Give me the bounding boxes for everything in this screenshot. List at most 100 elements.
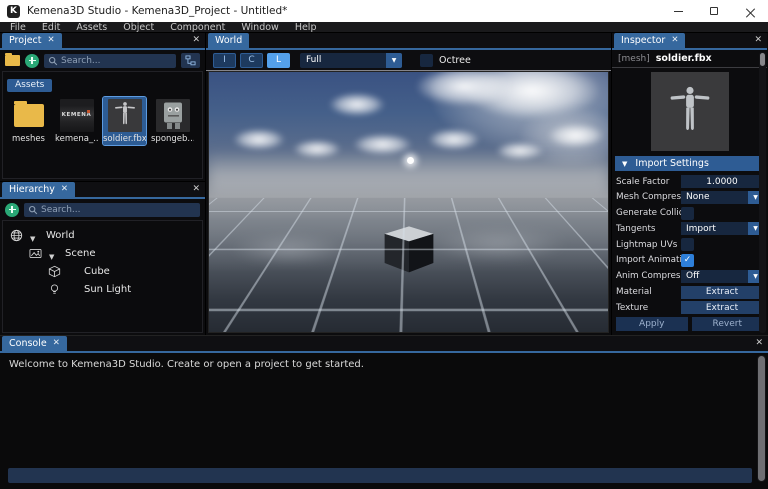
mesh-preview-area — [612, 68, 767, 155]
field-row-texture: TextureExtract — [616, 301, 763, 314]
maximize-button[interactable] — [696, 0, 732, 22]
console-tabstrip: Console — [0, 336, 768, 353]
console-scrollbar[interactable] — [757, 355, 766, 482]
inspector-panel: Inspector [mesh] soldier.fbx — [612, 33, 767, 335]
menu-file[interactable]: File — [2, 22, 34, 33]
field-label: Mesh Compres: — [616, 192, 681, 202]
button-texture-extract[interactable]: Extract — [681, 301, 763, 314]
apply-button[interactable]: Apply — [616, 317, 688, 331]
scrollbar-thumb[interactable] — [760, 53, 765, 66]
import-settings-header[interactable]: Import Settings — [615, 156, 764, 171]
dropdown-tangents[interactable]: Import — [681, 222, 763, 235]
field-row-material: MaterialExtract — [616, 286, 763, 299]
asset-item-soldier-fbx[interactable]: soldier.fbx — [103, 97, 146, 145]
chevron-down-icon[interactable] — [386, 53, 402, 68]
scrollbar-thumb[interactable] — [758, 356, 765, 481]
dropdown-mesh-compres[interactable]: None — [681, 191, 763, 204]
menu-bar: FileEditAssetsObjectComponentWindowHelp — [0, 22, 768, 33]
tab-hierarchy[interactable]: Hierarchy — [2, 182, 75, 197]
asset-grid: meshesKEMENAkemena_...soldier.fbxspongeb… — [3, 97, 202, 145]
field-row-generate-collid: Generate Collid — [616, 207, 763, 220]
hierarchy-search-input[interactable] — [41, 205, 196, 215]
tab-hierarchy-label: Hierarchy — [9, 184, 55, 195]
revert-button[interactable]: Revert — [692, 317, 764, 331]
asset-label: kemena_... — [55, 134, 98, 144]
tree-node-scene[interactable]: Scene — [3, 244, 202, 262]
inspector-panel-close-icon[interactable] — [754, 35, 762, 45]
octree-checkbox[interactable] — [420, 54, 433, 67]
expand-arrow-icon[interactable] — [49, 244, 58, 263]
folder-icon — [14, 104, 44, 127]
hierarchy-panel-close-icon[interactable] — [192, 184, 200, 194]
tab-project[interactable]: Project — [2, 33, 62, 48]
tab-world[interactable]: World — [208, 33, 249, 48]
checkbox-lightmap-uvs[interactable] — [681, 238, 694, 251]
menu-edit[interactable]: Edit — [34, 22, 68, 33]
asset-type-tag: [mesh] — [618, 54, 650, 64]
tab-close-icon[interactable] — [53, 339, 60, 348]
console-panel-close-icon[interactable] — [755, 338, 763, 348]
globe-icon — [9, 228, 23, 242]
menu-window[interactable]: Window — [233, 22, 286, 33]
tree-node-world[interactable]: World — [3, 226, 202, 244]
asset-item-kemena[interactable]: KEMENAkemena_... — [55, 97, 98, 145]
cloud — [329, 93, 385, 116]
tpose-figure-icon — [669, 81, 711, 143]
tab-console[interactable]: Console — [2, 336, 67, 351]
menu-help[interactable]: Help — [287, 22, 325, 33]
button-material-extract[interactable]: Extract — [681, 286, 763, 299]
field-label: Material — [616, 287, 681, 297]
tab-inspector[interactable]: Inspector — [614, 33, 685, 48]
field-row-anim-compress: Anim Compress:Off — [616, 270, 763, 283]
open-folder-icon[interactable] — [5, 55, 20, 66]
project-panel-close-icon[interactable] — [192, 35, 200, 45]
field-control: Extract — [681, 286, 763, 299]
breadcrumb-assets[interactable]: Assets — [7, 79, 52, 92]
asset-item-spongeb[interactable]: spongeb... — [151, 97, 194, 145]
menu-assets[interactable]: Assets — [68, 22, 115, 33]
field-label: Generate Collid — [616, 208, 681, 218]
project-toolbar — [0, 50, 205, 71]
minimize-button[interactable] — [660, 0, 696, 22]
folder-thumbnail-icon — [12, 99, 46, 132]
hierarchy-toolbar — [0, 199, 205, 220]
hierarchy-search-box[interactable] — [24, 203, 200, 217]
tree-node-sun-light[interactable]: Sun Light — [3, 280, 202, 298]
checkbox-import-animati[interactable] — [681, 254, 694, 267]
project-search-input[interactable] — [61, 56, 172, 66]
project-panel: Project Assets — [0, 33, 205, 182]
render-quality-dropdown[interactable]: Full — [300, 53, 402, 68]
tab-close-icon[interactable] — [48, 36, 55, 45]
project-search-box[interactable] — [44, 54, 176, 68]
viewport-3d[interactable] — [208, 71, 609, 333]
field-control — [681, 175, 763, 188]
tree-node-label: Scene — [65, 248, 96, 259]
dropdown-anim-compress[interactable]: Off — [681, 270, 763, 283]
sponge-thumbnail-icon — [156, 99, 190, 132]
menu-object[interactable]: Object — [115, 22, 162, 33]
checkbox-generate-collid[interactable] — [681, 207, 694, 220]
tree-view-toggle-button[interactable] — [181, 53, 200, 68]
input-scale-factor[interactable] — [681, 175, 763, 188]
expand-arrow-icon[interactable] — [30, 226, 39, 245]
cube-object[interactable] — [379, 219, 439, 275]
tab-close-icon[interactable] — [671, 36, 678, 45]
add-asset-button[interactable] — [25, 54, 39, 68]
view-mode-l-button[interactable]: L — [267, 53, 290, 68]
add-entity-button[interactable] — [5, 203, 19, 217]
tree-node-cube[interactable]: Cube — [3, 262, 202, 280]
close-button[interactable] — [732, 0, 768, 22]
view-mode-c-button[interactable]: C — [240, 53, 263, 68]
menu-component[interactable]: Component — [162, 22, 233, 33]
asset-item-meshes[interactable]: meshes — [7, 97, 50, 145]
tab-close-icon[interactable] — [61, 185, 68, 194]
sun-gizmo[interactable] — [407, 157, 414, 164]
project-content: Assets meshesKEMENAkemena_...soldier.fbx… — [2, 71, 203, 179]
console-command-input[interactable] — [8, 468, 752, 483]
view-mode-i-button[interactable]: I — [213, 53, 236, 68]
field-row-scale-factor: Scale Factor — [616, 175, 763, 188]
field-label: Lightmap UVs — [616, 240, 681, 250]
field-control: Extract — [681, 301, 763, 314]
inspector-tabstrip: Inspector — [612, 33, 767, 50]
inspector-scrollbar[interactable] — [759, 52, 766, 333]
